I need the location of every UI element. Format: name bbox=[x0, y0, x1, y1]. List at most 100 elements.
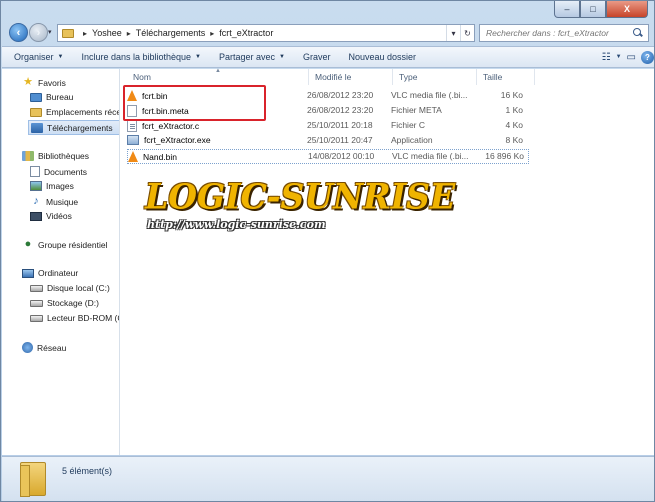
hard-drive-icon bbox=[30, 284, 43, 292]
vlc-icon bbox=[127, 90, 137, 101]
sidebar-item-label: Musique bbox=[46, 196, 79, 207]
desktop-icon bbox=[30, 92, 42, 102]
file-type: Fichier C bbox=[391, 120, 426, 130]
address-dropdown-button[interactable]: ▾ bbox=[446, 25, 460, 41]
breadcrumb-fcrt-extractor[interactable]: fcrt_eXtractor bbox=[219, 28, 273, 38]
sidebar-item-music[interactable]: ♪ Musique bbox=[30, 196, 78, 207]
sidebar-item-label: Téléchargements bbox=[47, 122, 113, 133]
column-header-name[interactable]: Nom bbox=[127, 69, 309, 85]
sidebar-item-images[interactable]: Images bbox=[30, 181, 74, 191]
forward-button[interactable]: › bbox=[29, 23, 48, 42]
view-controls: ☷ ▼ ▭ ? bbox=[597, 50, 654, 64]
chevron-right-icon[interactable]: ▸ bbox=[127, 29, 131, 38]
file-size: 4 Ko bbox=[505, 120, 524, 130]
table-row[interactable]: fcrt_eXtractor.exe 25/10/2011 20:47 Appl… bbox=[127, 134, 529, 149]
view-options-icon[interactable]: ☷ bbox=[602, 52, 611, 63]
table-row[interactable]: fcrt.bin 26/08/2012 23:20 VLC media file… bbox=[127, 89, 529, 104]
file-name-cell: fcrt.bin.meta bbox=[127, 105, 189, 117]
chevron-down-icon[interactable]: ▼ bbox=[616, 54, 622, 60]
sidebar-item-favorites[interactable]: ★ Favoris bbox=[22, 77, 66, 88]
sidebar-item-drive-g[interactable]: Lecteur BD-ROM (G:) bbox=[30, 313, 119, 323]
main-area: ★ Favoris Bureau Emplacements récents Tél… bbox=[2, 68, 654, 455]
organize-button[interactable]: Organiser ▼ bbox=[14, 52, 63, 62]
hard-drive-icon bbox=[30, 299, 43, 307]
file-type: Fichier META bbox=[391, 105, 442, 115]
close-button[interactable]: X bbox=[606, 1, 648, 18]
refresh-button[interactable]: ↻ bbox=[460, 25, 474, 41]
burn-button[interactable]: Graver bbox=[303, 52, 331, 62]
file-list[interactable]: ▲ Nom Modifié le Type Taille fcrt.bin 26… bbox=[121, 68, 654, 455]
breadcrumb-yoshee[interactable]: Yoshee bbox=[92, 28, 122, 38]
search-input[interactable] bbox=[486, 28, 626, 38]
sidebar-item-label: Images bbox=[46, 181, 74, 191]
search-icon[interactable] bbox=[632, 27, 644, 39]
computer-icon bbox=[22, 268, 34, 278]
file-size: 8 Ko bbox=[505, 135, 524, 145]
sidebar-item-label: Emplacements récents bbox=[46, 107, 119, 117]
file-name-cell: Nand.bin bbox=[128, 151, 177, 162]
sidebar-item-desktop[interactable]: Bureau bbox=[30, 92, 73, 102]
chevron-down-icon: ▼ bbox=[195, 54, 201, 60]
back-button[interactable]: ‹ bbox=[9, 23, 28, 42]
preview-pane-icon[interactable]: ▭ bbox=[627, 52, 636, 63]
sidebar-item-documents[interactable]: Documents bbox=[30, 166, 87, 177]
network-icon bbox=[22, 342, 33, 353]
watermark: LOGIC-SUNRISE http://www.logic-sunrise.c… bbox=[145, 176, 456, 231]
sidebar-item-label: Vidéos bbox=[46, 211, 72, 221]
file-modified: 14/08/2012 00:10 bbox=[308, 151, 375, 161]
sidebar-item-drive-d[interactable]: Stockage (D:) bbox=[30, 298, 99, 308]
chevron-right-icon[interactable]: ▸ bbox=[83, 29, 87, 38]
chevron-down-icon: ▼ bbox=[57, 54, 64, 60]
file-name: fcrt_eXtractor.exe bbox=[144, 135, 211, 145]
breadcrumb-downloads[interactable]: Téléchargements bbox=[136, 28, 206, 38]
include-label: Inclure dans la bibliothèque bbox=[81, 52, 192, 62]
sidebar-item-computer[interactable]: Ordinateur bbox=[22, 268, 78, 278]
column-header-size[interactable]: Taille bbox=[477, 69, 535, 85]
sidebar-item-homegroup[interactable]: ● Groupe résidentiel bbox=[22, 239, 108, 250]
music-icon: ♪ bbox=[33, 195, 39, 207]
c-file-icon bbox=[127, 120, 137, 132]
navigation-pane[interactable]: ★ Favoris Bureau Emplacements récents Tél… bbox=[2, 69, 120, 455]
maximize-button[interactable]: □ bbox=[580, 1, 606, 18]
downloads-icon bbox=[31, 122, 43, 133]
file-icon bbox=[127, 105, 137, 117]
table-row[interactable]: fcrt.bin.meta 26/08/2012 23:20 Fichier M… bbox=[127, 104, 529, 119]
column-header-modified[interactable]: Modifié le bbox=[309, 69, 393, 85]
command-bar: Organiser ▼ Inclure dans la bibliothèque ▼… bbox=[2, 46, 654, 68]
sidebar-item-network[interactable]: Réseau bbox=[22, 342, 66, 353]
new-folder-button[interactable]: Nouveau dossier bbox=[349, 52, 417, 62]
search-box[interactable] bbox=[479, 24, 649, 42]
recent-pages-dropdown[interactable]: ▾ bbox=[48, 28, 52, 36]
column-header-type[interactable]: Type bbox=[393, 69, 477, 85]
sidebar-item-drive-c[interactable]: Disque local (C:) bbox=[30, 283, 110, 293]
sidebar-item-videos[interactable]: Vidéos bbox=[30, 211, 72, 221]
share-label: Partager avec bbox=[219, 52, 276, 62]
sidebar-item-libraries[interactable]: Bibliothèques bbox=[22, 151, 89, 161]
table-row[interactable]: Nand.bin 14/08/2012 00:10 VLC media file… bbox=[127, 149, 529, 164]
sidebar-item-label: Lecteur BD-ROM (G:) bbox=[47, 313, 119, 323]
share-with-button[interactable]: Partager avec ▼ bbox=[219, 52, 285, 62]
file-name: fcrt_eXtractor.c bbox=[142, 121, 200, 131]
sidebar-item-recent[interactable]: Emplacements récents bbox=[30, 107, 119, 117]
folder-icon bbox=[62, 28, 74, 38]
libraries-icon bbox=[22, 151, 34, 161]
watermark-title: LOGIC-SUNRISE bbox=[145, 176, 456, 217]
help-button[interactable]: ? bbox=[641, 50, 654, 64]
table-row[interactable]: fcrt_eXtractor.c 25/10/2011 20:18 Fichie… bbox=[127, 119, 529, 134]
details-pane: 5 élément(s) bbox=[2, 456, 654, 501]
address-row: ‹ › ▾ ▸ Yoshee ▸ Téléchargements ▸ fcrt_… bbox=[1, 22, 655, 44]
chevron-down-icon: ▼ bbox=[279, 54, 285, 60]
include-in-library-button[interactable]: Inclure dans la bibliothèque ▼ bbox=[81, 52, 201, 62]
address-buttons: ▾ ↻ bbox=[446, 25, 474, 41]
file-name: Nand.bin bbox=[143, 151, 178, 162]
arrow-left-icon: ‹ bbox=[16, 26, 21, 39]
videos-icon bbox=[30, 211, 42, 221]
sidebar-item-label: Disque local (C:) bbox=[47, 283, 110, 293]
file-modified: 25/10/2011 20:18 bbox=[307, 120, 373, 130]
address-bar[interactable]: ▸ Yoshee ▸ Téléchargements ▸ fcrt_eXtrac… bbox=[57, 24, 475, 42]
chevron-right-icon[interactable]: ▸ bbox=[210, 29, 214, 38]
minimize-button[interactable]: – bbox=[554, 1, 580, 18]
sidebar-item-downloads[interactable]: Téléchargements bbox=[28, 120, 119, 135]
file-type: VLC media file (.bi... bbox=[392, 151, 469, 161]
images-icon bbox=[30, 181, 42, 191]
